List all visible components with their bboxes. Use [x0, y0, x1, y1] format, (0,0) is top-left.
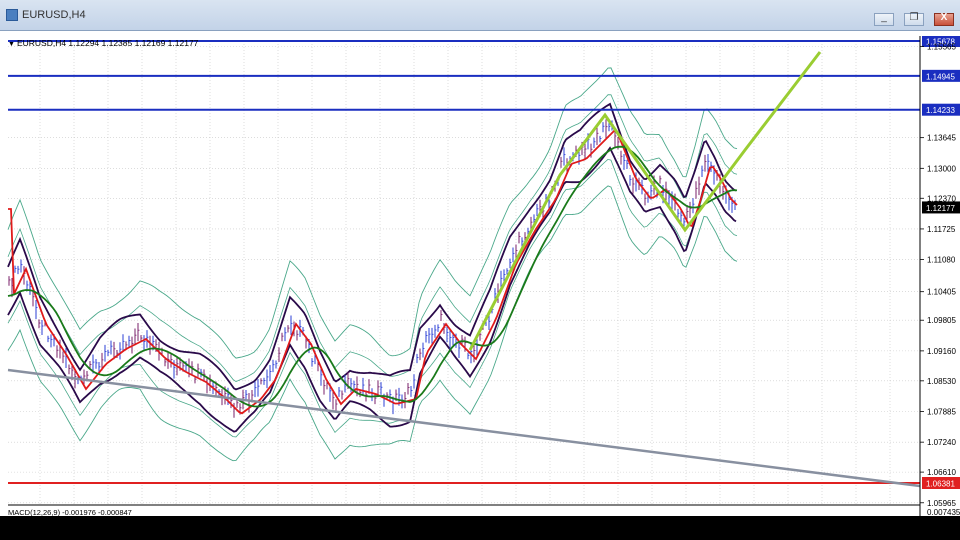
- price-label: 1.13000: [927, 164, 956, 173]
- close-button[interactable]: X: [934, 12, 954, 26]
- moving-averages: [7, 130, 738, 415]
- price-label: 1.07885: [927, 407, 956, 416]
- indicator-caption: MACD(12,26,9) -0.001976 -0.000847: [8, 508, 132, 517]
- minimize-button[interactable]: _: [874, 12, 894, 26]
- minimize-icon: _: [881, 12, 887, 23]
- maximize-icon: ❐: [909, 12, 919, 23]
- gray-trend-line: [7, 368, 921, 488]
- upper-band-inner: [7, 94, 738, 383]
- price-label: 1.09805: [927, 316, 956, 325]
- ohlc-text: EURUSD,H4 1.12294 1.12385 1.12169 1.1217…: [16, 38, 199, 48]
- price-label: 1.07240: [927, 438, 956, 447]
- price-label-highlight: 1.06381: [926, 480, 955, 489]
- price-chart[interactable]: 1.156781.155651.149451.142331.136451.130…: [0, 36, 960, 516]
- price-label-highlight: 1.14233: [926, 106, 955, 115]
- price-label: 1.08530: [927, 377, 956, 386]
- price-label: 1.06610: [927, 468, 956, 477]
- close-icon: X: [940, 12, 948, 23]
- bollinger-bands: [7, 67, 738, 462]
- price-label: 1.09160: [927, 347, 956, 356]
- window-title: EURUSD,H4: [22, 9, 86, 21]
- price-axis: 1.156781.155651.149451.142331.136451.130…: [920, 36, 960, 516]
- price-label-highlight: 1.12177: [926, 204, 955, 213]
- chart-caption: ▼ EURUSD,H4 1.12294 1.12385 1.12169 1.121…: [8, 38, 198, 48]
- price-label: 1.10405: [927, 288, 956, 297]
- price-label: 1.11080: [927, 256, 956, 265]
- title-bar[interactable]: EURUSD,H4 _ ❐ X: [0, 0, 960, 31]
- horizontal-levels: [8, 40, 920, 484]
- chart-app-icon: [6, 9, 18, 21]
- upper-band: [7, 67, 738, 359]
- collapse-triangle-icon: ▼: [8, 41, 15, 48]
- price-label: 1.13645: [927, 134, 956, 143]
- price-label: 1.05965: [927, 499, 956, 508]
- price-label: 1.15565: [927, 42, 956, 51]
- price-label: 1.11725: [927, 225, 956, 234]
- chart-grid: [8, 44, 920, 504]
- maximize-button[interactable]: ❐: [904, 12, 924, 26]
- price-label-highlight: 1.14945: [926, 72, 955, 81]
- chart-window: EURUSD,H4 _ ❐ X 1.15678 1.15565 1.14945 1.1…: [0, 0, 960, 517]
- macd-axis-label: 0.007435: [927, 508, 960, 516]
- trend-lines: [7, 51, 921, 488]
